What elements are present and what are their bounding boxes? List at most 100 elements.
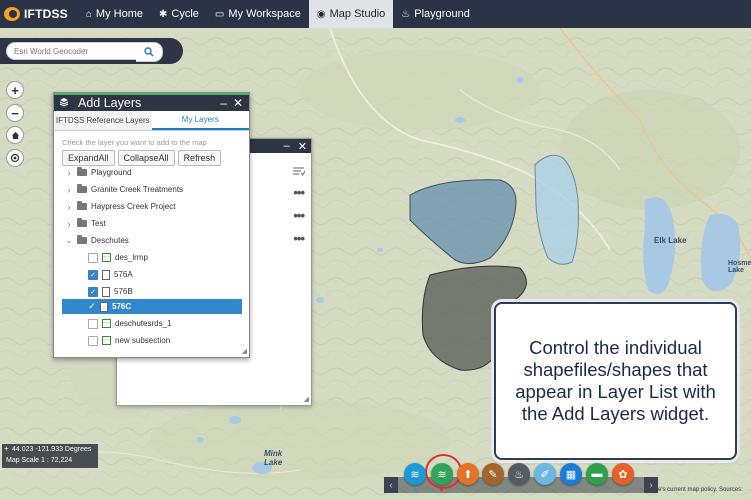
draw-tool-button[interactable]: ✎ (482, 463, 504, 485)
tab-reference-layers[interactable]: IFTDSS Reference Layers (54, 111, 152, 130)
tree-layer-576a[interactable]: ✓ 576A (88, 267, 238, 282)
search-input[interactable] (6, 42, 143, 60)
nav-my-workspace[interactable]: ▭ My Workspace (207, 0, 309, 28)
locate-icon (10, 153, 20, 163)
home-icon (11, 131, 19, 139)
top-navigation-bar: IFTDSS ⌂ My Home ✱ Cycle ▭ My Workspace … (0, 0, 751, 28)
document-icon (102, 286, 110, 297)
measure-icon: ▬ (591, 468, 603, 480)
map-scale-text: Map Scale 1 : 72,224 (6, 457, 73, 464)
edit-tool-button[interactable]: ✐ (534, 463, 556, 485)
toolbar-prev-button[interactable]: ‹ (384, 477, 398, 493)
measure-tool-button[interactable]: ▬ (586, 463, 608, 485)
tree-layer-new-subsection[interactable]: new subsection (88, 333, 238, 348)
tree-label: Deschutes (91, 236, 129, 245)
zoom-out-button[interactable]: − (6, 104, 24, 122)
tree-folder-granite-creek[interactable]: › Granite Creek Treatments (64, 182, 252, 197)
layer-more-options-button[interactable]: ••• (293, 185, 305, 200)
layers-icon (59, 97, 75, 110)
nav-playground[interactable]: ♨ Playground (393, 0, 478, 28)
folder-icon (77, 201, 87, 210)
tree-layer-576c[interactable]: ✓ 576C (62, 299, 242, 314)
add-layers-panel: Add Layers – ✕ IFTDSS Reference Layers M… (53, 92, 250, 358)
gear-icon: ✱ (158, 8, 168, 20)
folder-icon (77, 167, 87, 176)
upload-icon: ⬆ (463, 468, 473, 481)
home-button[interactable] (6, 126, 24, 144)
tab-my-layers[interactable]: My Layers (151, 111, 249, 130)
layers-icon: ≋ (410, 468, 420, 481)
crosshair-icon: + (4, 444, 9, 453)
app-logo[interactable]: IFTDSS (0, 0, 78, 28)
add-layers-tabs: IFTDSS Reference Layers My Layers (54, 111, 249, 131)
tree-label: Test (91, 219, 106, 228)
locate-button[interactable] (6, 149, 24, 167)
tree-layer-576b[interactable]: ✓ 576B (88, 284, 238, 299)
table-icon (102, 336, 111, 345)
tree-folder-test[interactable]: › Test (64, 216, 252, 231)
tree-layer-des-lrmp[interactable]: des_lrmp (88, 250, 238, 265)
nav-cycle[interactable]: ✱ Cycle (151, 0, 207, 28)
active-indicator-dot (414, 488, 417, 491)
tree-folder-haypress-creek[interactable]: › Haypress Creek Project (64, 199, 252, 214)
layer-list-tool-button[interactable]: ≋ (404, 463, 426, 485)
elk-lake-label: Elk Lake (654, 236, 687, 245)
geocoder-search-bar (0, 38, 183, 64)
toolbar-next-button[interactable]: › (644, 477, 658, 493)
close-button[interactable]: ✕ (298, 140, 307, 153)
instructions-text: Check the layer you want to add to the m… (62, 138, 207, 147)
collapse-all-button[interactable]: CollapseAll (117, 150, 175, 166)
nav-label: My Workspace (228, 8, 301, 20)
nav-map-studio[interactable]: ◉ Map Studio (308, 0, 394, 28)
grid-icon: ▦ (565, 468, 577, 481)
layer-checkbox[interactable] (88, 335, 98, 346)
layer-more-options-button[interactable]: ••• (293, 231, 305, 246)
fire-icon: ♨ (514, 468, 524, 481)
resize-handle[interactable]: ◢ (242, 347, 247, 355)
tree-layer-deschutesrds[interactable]: deschutesrds_1 (88, 316, 238, 331)
folder-open-icon (77, 235, 87, 244)
fire-tool-button[interactable]: ♨ (508, 463, 530, 485)
expand-all-button[interactable]: ExpandAll (62, 150, 115, 166)
layer-checkbox[interactable]: ✓ (88, 301, 96, 311)
edit-icon: ✐ (540, 468, 550, 481)
grid-tool-button[interactable]: ▦ (560, 463, 582, 485)
add-layers-tool-button[interactable]: ≋ (431, 463, 453, 485)
chevron-down-icon[interactable]: ⌄ (64, 235, 74, 246)
chevron-right-icon[interactable]: › (64, 202, 74, 212)
document-icon (102, 269, 110, 280)
tree-folder-playground[interactable]: › Playground (64, 165, 252, 180)
layer-checkbox[interactable]: ✓ (88, 269, 98, 280)
layer-checkbox[interactable]: ✓ (88, 286, 98, 297)
tree-label: 576B (114, 287, 133, 296)
tree-action-buttons: ExpandAll CollapseAll Refresh (62, 150, 249, 166)
search-icon (144, 47, 154, 57)
active-indicator-dot (440, 488, 443, 491)
layer-more-options-button[interactable]: ••• (293, 208, 305, 223)
chevron-right-icon[interactable]: › (64, 219, 74, 229)
analysis-icon: ✿ (618, 468, 628, 481)
layer-checkbox[interactable] (88, 252, 98, 263)
tree-label: 576A (114, 270, 133, 279)
layer-checkbox[interactable] (88, 318, 98, 329)
minimize-button[interactable]: – (220, 96, 227, 110)
refresh-button[interactable]: Refresh (177, 150, 222, 166)
tree-folder-deschutes[interactable]: ⌄ Deschutes (64, 233, 252, 248)
filter-icon[interactable] (293, 165, 306, 179)
add-layers-title: Add Layers (78, 96, 142, 110)
callout-text: Control the individual shapefiles/shapes… (515, 337, 716, 424)
search-button[interactable] (136, 42, 163, 62)
chevron-right-icon[interactable]: › (64, 168, 74, 178)
nav-my-home[interactable]: ⌂ My Home (78, 0, 151, 28)
minimize-button[interactable]: – (284, 140, 290, 152)
close-button[interactable]: ✕ (233, 96, 243, 110)
zoom-in-button[interactable]: + (6, 81, 24, 99)
upload-tool-button[interactable]: ⬆ (457, 463, 479, 485)
nav-label: My Home (95, 8, 143, 20)
hosmer-lake-label: Hosmer Lake (728, 260, 751, 274)
chevron-right-icon[interactable]: › (64, 185, 74, 195)
resize-handle[interactable]: ◢ (304, 395, 309, 403)
analysis-tool-button[interactable]: ✿ (612, 463, 634, 485)
tree-label: new subsection (115, 336, 171, 345)
map-attribution: e's current map policy. Sources: (658, 487, 743, 493)
